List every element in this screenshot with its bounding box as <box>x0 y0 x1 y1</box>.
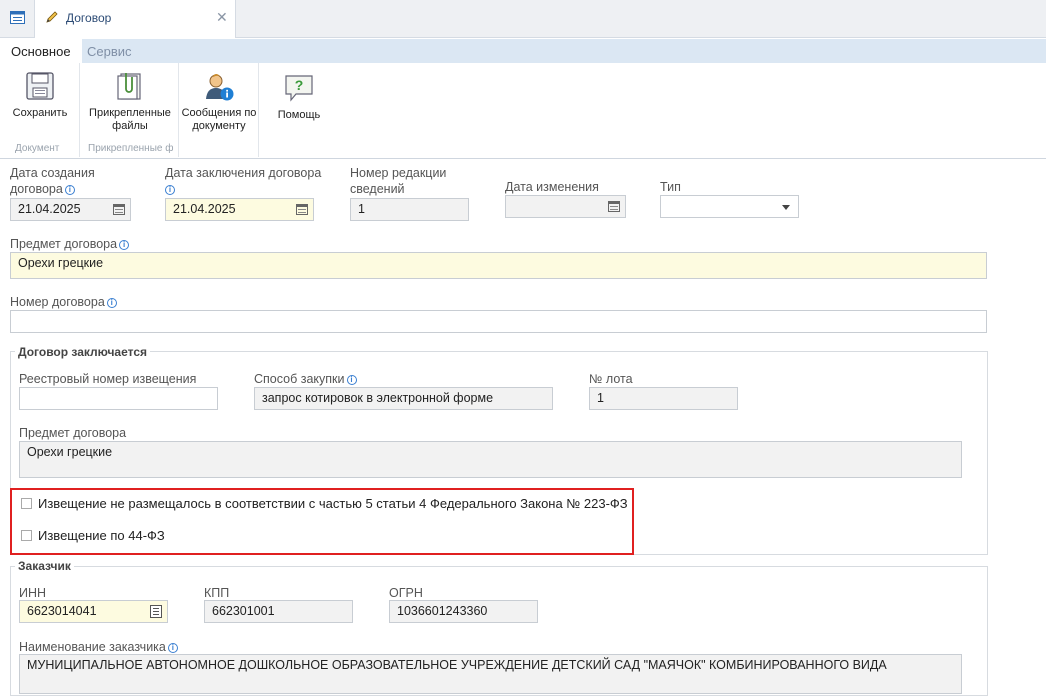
attachments-label-2: файлы <box>112 120 148 132</box>
kpp-label: КПП <box>204 586 230 600</box>
not-published-checkbox[interactable] <box>21 498 32 509</box>
floppy-disk-icon <box>26 72 54 100</box>
procurement-method-label: Способ закупки i <box>254 371 357 387</box>
ribbon-group-attached: Прикрепленные файлы Прикрепленные ф <box>80 63 179 157</box>
lot-number-field[interactable]: 1 <box>589 387 738 410</box>
paperclip-document-icon <box>117 73 141 100</box>
close-icon[interactable]: ✕ <box>216 9 228 26</box>
ogrn-field[interactable]: 1036601243360 <box>389 600 538 623</box>
info-icon[interactable]: i <box>346 375 357 385</box>
contract-number-field[interactable] <box>10 310 987 333</box>
change-date-label: Дата изменения <box>505 180 599 194</box>
info-icon[interactable]: i <box>165 185 175 195</box>
group-label-document: Документ <box>15 143 60 154</box>
info-icon[interactable]: i <box>119 240 130 250</box>
info-icon[interactable]: i <box>167 643 178 653</box>
tab-strip: Договор ✕ <box>0 0 1046 38</box>
info-icon[interactable]: i <box>64 185 75 195</box>
ogrn-label: ОГРН <box>389 586 423 600</box>
calendar-icon[interactable] <box>113 204 125 215</box>
subject-label: Предмет договора i <box>10 236 130 252</box>
calendar-icon[interactable] <box>608 201 620 212</box>
save-label: Сохранить <box>12 107 68 119</box>
type-label: Тип <box>660 180 681 194</box>
user-info-icon <box>206 74 234 101</box>
attachments-button[interactable]: Прикрепленные файлы <box>86 71 174 133</box>
help-button[interactable]: ? Помощь <box>268 73 330 122</box>
help-label: Помощь <box>277 109 321 121</box>
info-icon[interactable]: i <box>106 298 117 308</box>
section-subject-field[interactable]: Орехи грецкие <box>19 441 962 478</box>
calendar-icon[interactable] <box>296 204 308 215</box>
tab-main[interactable]: Основное <box>0 39 82 63</box>
inn-label: ИНН <box>19 586 47 600</box>
messages-label-1: Сообщения по <box>181 107 257 119</box>
fz44-checkbox[interactable] <box>21 530 32 541</box>
messages-button[interactable]: Сообщения по документу <box>180 71 258 133</box>
chevron-down-icon[interactable] <box>782 205 790 210</box>
lookup-icon[interactable] <box>150 605 162 618</box>
created-date-field[interactable]: 21.04.2025 <box>10 198 131 221</box>
revision-number-label: Номер редакции сведений <box>350 166 447 196</box>
window-icon <box>10 11 25 24</box>
inn-field[interactable]: 6623014041 <box>19 600 168 623</box>
customer-legend: Заказчик <box>15 559 74 573</box>
change-date-field[interactable] <box>505 195 626 218</box>
section-subject-label: Предмет договора <box>19 426 127 440</box>
ribbon-group-messages: Сообщения по документу <box>179 63 259 157</box>
customer-name-field[interactable]: МУНИЦИПАЛЬНОЕ АВТОНОМНОЕ ДОШКОЛЬНОЕ ОБРА… <box>19 654 962 694</box>
tab-title: Договор <box>66 11 112 25</box>
kpp-field[interactable]: 662301001 <box>204 600 353 623</box>
ribbon: Сохранить Документ Прикрепленные файлы П… <box>0 63 1046 159</box>
procurement-method-field[interactable]: запрос котировок в электронной форме <box>254 387 553 410</box>
revision-number-field[interactable]: 1 <box>350 198 469 221</box>
registry-number-field[interactable] <box>19 387 218 410</box>
registry-number-label: Реестровый номер извещения <box>19 372 197 386</box>
concluded-date-field[interactable]: 21.04.2025 <box>165 198 314 221</box>
save-button[interactable]: Сохранить <box>5 71 75 120</box>
fz44-label[interactable]: Извещение по 44-ФЗ <box>38 528 165 543</box>
contract-number-label: Номер договора i <box>10 294 117 310</box>
subject-field[interactable]: Орехи грецкие <box>10 252 987 279</box>
ribbon-tabs: Основное Сервис <box>0 39 1046 63</box>
attachments-label-1: Прикрепленные <box>89 107 171 119</box>
customer-name-label: Наименование заказчика i <box>19 639 178 655</box>
concluded-date-label: Дата заключения договора i <box>165 166 322 195</box>
tab-contract[interactable]: Договор ✕ <box>35 0 236 38</box>
app-menu-button[interactable] <box>0 0 35 37</box>
help-icon: ? <box>285 75 313 102</box>
concluded-legend: Договор заключается <box>15 345 151 359</box>
group-label-attached: Прикрепленные ф <box>88 143 174 154</box>
created-date-label: Дата создания договора i <box>10 166 95 196</box>
type-select[interactable] <box>660 195 799 218</box>
ribbon-group-document: Сохранить Документ <box>0 63 80 157</box>
pencil-icon <box>46 11 58 23</box>
svg-text:?: ? <box>295 77 304 93</box>
messages-label-2: документу <box>192 120 246 132</box>
not-published-label[interactable]: Извещение не размещалось в соответствии … <box>38 496 628 511</box>
lot-number-label: № лота <box>589 372 633 386</box>
tab-service[interactable]: Сервис <box>76 39 143 63</box>
